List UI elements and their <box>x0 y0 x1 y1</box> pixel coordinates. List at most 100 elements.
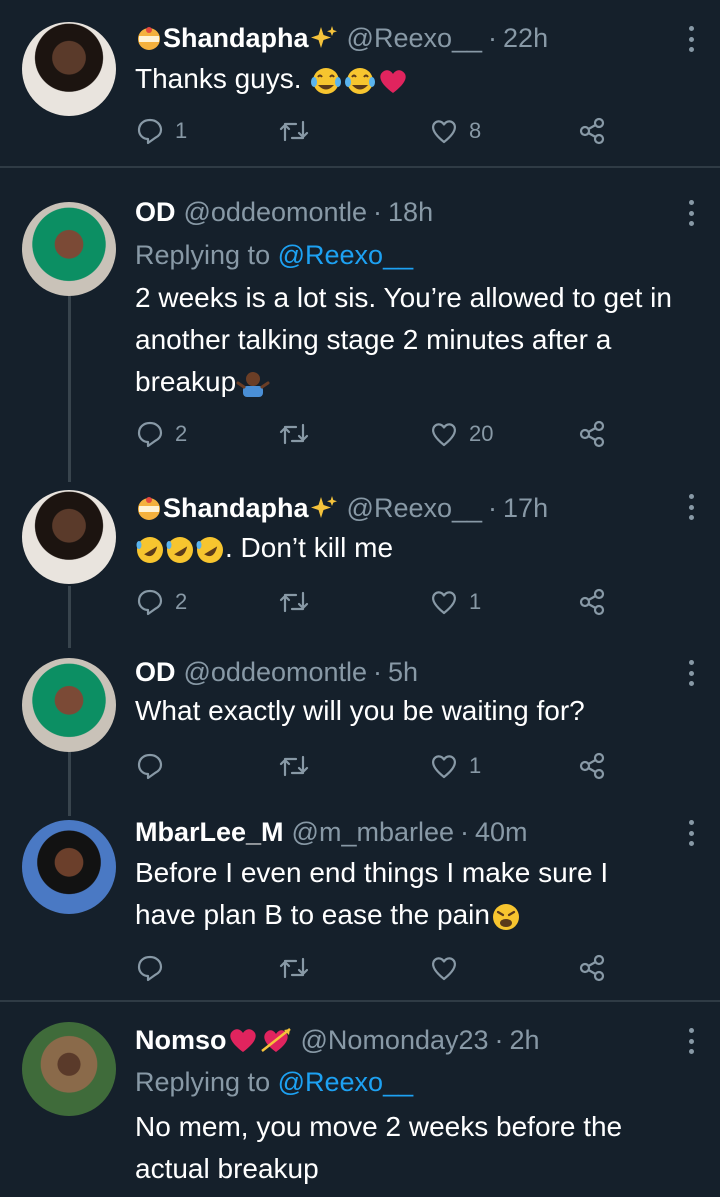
reply-button[interactable] <box>135 948 175 988</box>
tweet-text: . Don’t kill me <box>135 527 694 569</box>
user-handle[interactable]: @Reexo__ <box>347 488 483 528</box>
display-name[interactable]: OD <box>135 192 176 232</box>
tweet-shandapha-1[interactable]: Shandapha @Reexo__ · 22h Thanks guys. 1 <box>0 0 720 166</box>
timestamp[interactable]: 22h <box>503 18 548 58</box>
reply-icon <box>135 953 165 983</box>
sparkles-emoji-icon <box>309 23 339 53</box>
retweet-button[interactable] <box>278 582 320 622</box>
tweet-actions: 1 <box>135 746 635 786</box>
avatar[interactable] <box>22 202 116 296</box>
tweet-od-1[interactable]: OD @oddeomontle · 18h Replying to @Reexo… <box>0 180 720 480</box>
thread-divider <box>0 1000 720 1002</box>
timestamp[interactable]: 5h <box>388 652 418 692</box>
retweet-button[interactable] <box>278 111 320 151</box>
rolling-laughing-emoji-icon <box>165 535 195 565</box>
like-button[interactable] <box>429 948 469 988</box>
share-button[interactable] <box>577 582 607 622</box>
separator-dot: · <box>373 197 383 227</box>
timestamp[interactable]: 17h <box>503 488 548 528</box>
reply-icon <box>135 419 165 449</box>
sparkles-emoji-icon <box>309 493 339 523</box>
timestamp[interactable]: 18h <box>388 192 433 232</box>
more-options-icon[interactable] <box>688 820 694 846</box>
reply-button[interactable]: 2 <box>135 582 187 622</box>
avatar[interactable] <box>22 1022 116 1116</box>
reply-icon <box>135 751 165 781</box>
reply-count: 1 <box>175 118 188 143</box>
like-count: 20 <box>469 421 494 446</box>
retweet-button[interactable] <box>278 948 320 988</box>
more-options-icon[interactable] <box>688 26 694 52</box>
like-icon <box>429 587 459 617</box>
heart-with-arrow-emoji-icon <box>259 1025 293 1055</box>
separator-dot: · <box>494 1025 504 1055</box>
tweet-text: What exactly will you be waiting for? <box>135 690 694 732</box>
reply-icon <box>135 587 165 617</box>
mention-link[interactable]: @Reexo__ <box>278 1067 414 1097</box>
like-count: 8 <box>469 118 482 143</box>
tweet-text-content: Thanks guys. <box>135 63 310 94</box>
user-handle[interactable]: @m_mbarlee <box>292 812 454 852</box>
cake-emoji-icon <box>135 494 163 522</box>
reply-button[interactable]: 2 <box>135 414 187 454</box>
reply-count: 2 <box>175 421 188 446</box>
display-name[interactable]: Shandapha <box>163 488 309 528</box>
avatar[interactable] <box>22 658 116 752</box>
like-button[interactable]: 8 <box>429 111 481 151</box>
retweet-button[interactable] <box>278 746 320 786</box>
tweet-actions: 1 8 <box>135 111 635 151</box>
weary-face-emoji-icon <box>490 902 522 932</box>
tweet-mbarlee[interactable]: MbarLee_M @m_mbarlee · 40m Before I even… <box>0 812 720 1000</box>
share-button[interactable] <box>577 948 607 988</box>
share-button[interactable] <box>577 414 607 454</box>
retweet-button[interactable] <box>278 414 320 454</box>
like-icon <box>429 953 459 983</box>
like-button[interactable]: 1 <box>429 582 481 622</box>
separator-dot: · <box>488 493 498 523</box>
rolling-laughing-emoji-icon <box>135 535 165 565</box>
thread-divider <box>0 166 720 168</box>
share-button[interactable] <box>577 111 607 151</box>
like-icon <box>429 116 459 146</box>
share-icon <box>577 751 607 781</box>
more-options-icon[interactable] <box>688 494 694 520</box>
more-options-icon[interactable] <box>688 1028 694 1054</box>
display-name[interactable]: OD <box>135 652 176 692</box>
separator-dot: · <box>488 23 498 53</box>
like-count: 1 <box>469 753 482 778</box>
tweet-nomso[interactable]: Nomso @Nomonday23 · 2h Replying to @Reex… <box>0 1010 720 1197</box>
tweet-actions <box>135 948 635 988</box>
more-options-icon[interactable] <box>688 660 694 686</box>
tweet-actions: 2 20 <box>135 414 635 454</box>
tweet-od-2[interactable]: OD @oddeomontle · 5h What exactly will y… <box>0 650 720 812</box>
replying-label: Replying to <box>135 240 271 270</box>
avatar[interactable] <box>22 22 116 116</box>
like-button[interactable]: 1 <box>429 746 481 786</box>
share-icon <box>577 587 607 617</box>
timestamp[interactable]: 40m <box>475 812 528 852</box>
display-name[interactable]: MbarLee_M <box>135 812 284 852</box>
cake-emoji-icon <box>135 24 163 52</box>
avatar[interactable] <box>22 820 116 914</box>
reply-button[interactable]: 1 <box>135 111 187 151</box>
tweet-shandapha-2[interactable]: Shandapha @Reexo__ · 17h . Don’t kill me… <box>0 480 720 650</box>
share-button[interactable] <box>577 746 607 786</box>
rolling-laughing-emoji-icon <box>195 535 225 565</box>
more-options-icon[interactable] <box>688 200 694 226</box>
tweet-text-content: Before I even end things I make sure I h… <box>135 857 609 930</box>
like-icon <box>429 751 459 781</box>
reply-button[interactable] <box>135 746 175 786</box>
mention-link[interactable]: @Reexo__ <box>278 240 414 270</box>
avatar[interactable] <box>22 490 116 584</box>
timestamp[interactable]: 2h <box>510 1020 540 1060</box>
user-handle[interactable]: @oddeomontle <box>184 652 368 692</box>
display-name[interactable]: Nomso <box>135 1020 227 1060</box>
user-handle[interactable]: @Reexo__ <box>347 18 483 58</box>
user-handle[interactable]: @oddeomontle <box>184 192 368 232</box>
tweet-text: 2 weeks is a lot sis. You’re allowed to … <box>135 277 694 403</box>
display-name[interactable]: Shandapha <box>163 18 309 58</box>
like-button[interactable]: 20 <box>429 414 493 454</box>
tweet-text: Before I even end things I make sure I h… <box>135 852 660 936</box>
user-handle[interactable]: @Nomonday23 <box>301 1020 489 1060</box>
tweet-text-content: . Don’t kill me <box>225 532 394 563</box>
